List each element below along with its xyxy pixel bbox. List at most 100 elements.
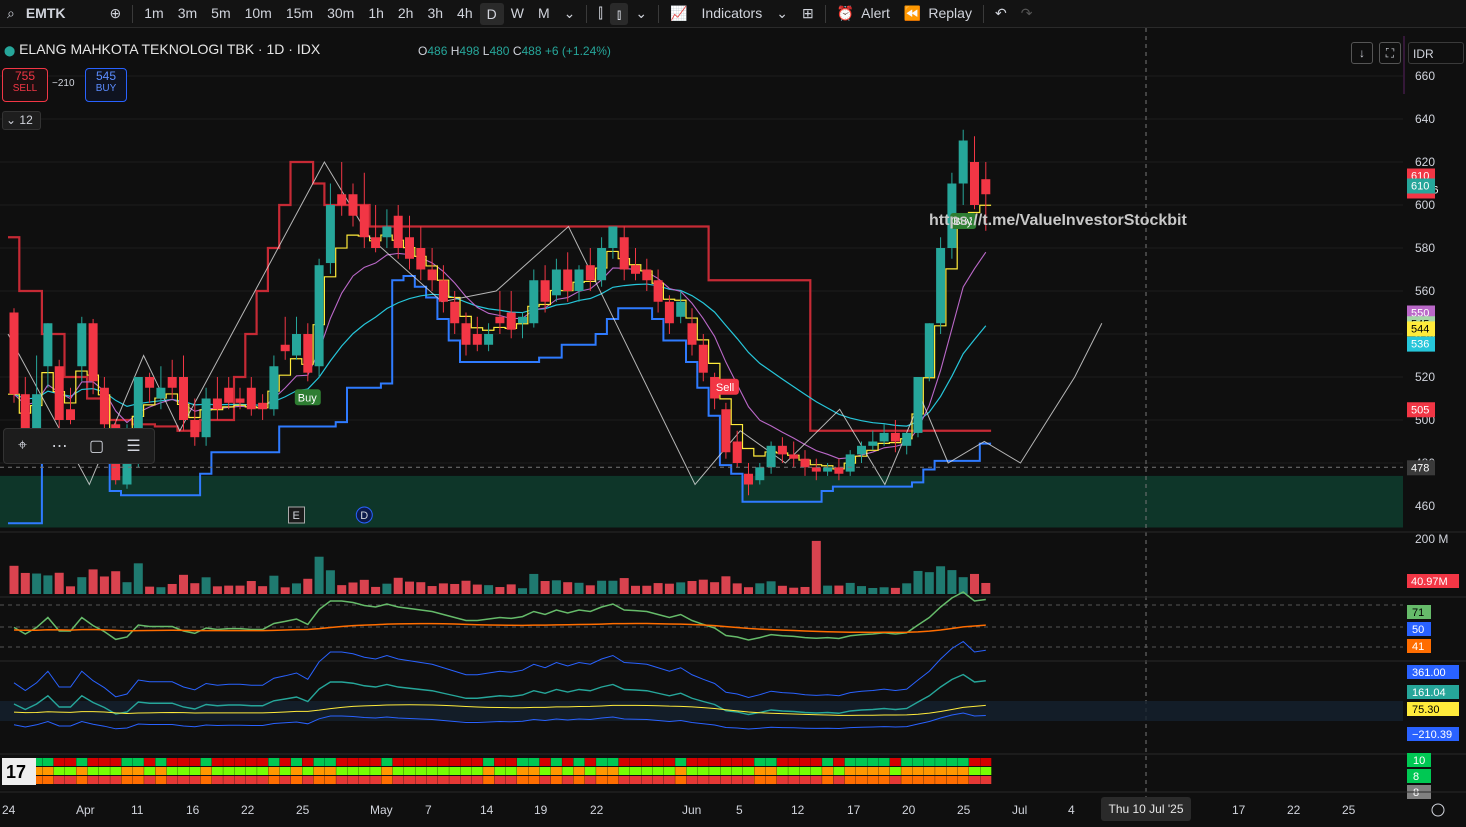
interval-4h[interactable]: 4h [450, 0, 480, 27]
interval-10m[interactable]: 10m [238, 0, 279, 27]
volume-bar [597, 580, 607, 594]
candle-style-icon[interactable]: ⫾ [609, 2, 629, 25]
buy-button[interactable]: 545 BUY [85, 68, 127, 102]
chevron-down-icon[interactable]: ⌄ [769, 0, 795, 27]
interval-m[interactable]: M [531, 0, 557, 27]
sell-button[interactable]: 755 SELL [2, 68, 48, 102]
crosshair-tool-icon[interactable]: ⌖ [4, 437, 41, 455]
chevron-down-icon[interactable]: ⌄ [557, 0, 583, 27]
interval-15m[interactable]: 15m [279, 0, 320, 27]
heatmap-cell [844, 758, 856, 766]
candle-body [879, 432, 889, 442]
settings-lines-icon[interactable]: ☰ [115, 436, 152, 456]
candle-body [800, 458, 810, 468]
candle-body [145, 377, 155, 388]
candle-body [642, 269, 652, 281]
indicators-icon[interactable]: 📈 [663, 0, 694, 27]
heatmap-cell [505, 767, 517, 775]
watermark-link: https://t.me/ValueInvestorStockbit [929, 212, 1187, 229]
replay-icon[interactable]: ⏪ [897, 0, 928, 27]
heatmap-cell [923, 767, 935, 775]
heatmap-cell [200, 767, 212, 775]
heatmap-cell [336, 776, 348, 784]
indicators-collapse-button[interactable]: ⌄ 12 [2, 111, 41, 130]
heatmap-cell [720, 758, 732, 766]
heatmap-cell [460, 776, 472, 784]
heatmap-cell [166, 767, 178, 775]
trend-tool-icon[interactable]: ⋯ [41, 436, 78, 456]
interval-2h[interactable]: 2h [391, 0, 421, 27]
time-axis-label: 22 [1287, 803, 1301, 817]
alert-clock-icon[interactable]: ⏰ [830, 0, 861, 27]
interval-5m[interactable]: 5m [204, 0, 237, 27]
interval-w[interactable]: W [504, 0, 531, 27]
currency-selector[interactable]: IDR [1408, 42, 1464, 64]
interval-3h[interactable]: 3h [420, 0, 450, 27]
fullscreen-icon[interactable]: ⛶ [1379, 42, 1401, 64]
candle-body [744, 473, 753, 485]
volume-bar [133, 563, 143, 594]
interval-30m[interactable]: 30m [320, 0, 361, 27]
alert-button[interactable]: Alert [861, 0, 897, 27]
candle-body [337, 194, 347, 205]
heatmap-cell [946, 776, 958, 784]
heatmap-cell [878, 776, 890, 784]
candle-body [540, 280, 550, 302]
volume-bar [857, 586, 866, 594]
volume-bar [314, 556, 324, 594]
heatmap-cell [347, 767, 359, 775]
osc-upper-line [13, 640, 986, 699]
volume-bar [405, 581, 414, 594]
heatmap-cell [844, 767, 856, 775]
heatmap-cell [539, 776, 551, 784]
interval-1m[interactable]: 1m [137, 0, 170, 27]
heatmap-cell [42, 767, 54, 775]
heatmap-cell [98, 767, 110, 775]
interval-1h[interactable]: 1h [361, 0, 391, 27]
heatmap-cell [189, 758, 201, 766]
heatmap-cell [709, 758, 721, 766]
search-icon[interactable]: ⌕ [0, 0, 22, 27]
interval-3m[interactable]: 3m [171, 0, 204, 27]
download-icon[interactable]: ↓ [1351, 42, 1373, 64]
rectangle-tool-icon[interactable]: ▢ [78, 436, 115, 456]
volume-bar [506, 584, 516, 594]
chevron-down-icon[interactable]: ⌄ [628, 0, 654, 27]
heatmap-cell [957, 776, 969, 784]
heatmap-cell [291, 776, 302, 784]
support-zone [0, 475, 1403, 528]
time-axis-label: 11 [131, 803, 144, 817]
interval-d[interactable]: D [479, 2, 504, 25]
volume-bar [744, 587, 753, 594]
undo-icon[interactable]: ↶ [988, 0, 1014, 27]
divider [132, 4, 134, 23]
volume-bar [947, 570, 957, 594]
top-toolbar: ⌕ EMTK ⊕ 1m 3m 5m 10m 15m 30m 1h 2h 3h 4… [0, 0, 1466, 28]
heatmap-cell [517, 767, 528, 775]
symbol-search-button[interactable]: EMTK [22, 0, 73, 27]
layouts-grid-icon[interactable]: ⊞ [795, 0, 821, 27]
indicators-button[interactable]: Indicators [695, 0, 770, 27]
heatmap-cell [788, 767, 800, 775]
bar-style-icon[interactable]: ⫿ [591, 0, 609, 27]
heatmap-cell [788, 776, 800, 784]
chevron-down-icon: ⌄ [6, 113, 17, 127]
price-chart[interactable]: 660640620600580560540520500480460BuySell… [0, 28, 1466, 827]
heat-axis-label-text: 8 [1413, 771, 1419, 783]
heatmap-cell [867, 776, 879, 784]
time-axis-label: 20 [902, 803, 916, 817]
heatmap-cell [483, 776, 495, 784]
heatmap-cell [347, 776, 359, 784]
heatmap-cell [42, 758, 54, 766]
volume-bar [676, 582, 686, 594]
heatmap-cell [675, 776, 687, 784]
compare-add-icon[interactable]: ⊕ [103, 0, 129, 27]
candle-body [292, 334, 301, 356]
heatmap-cell [641, 776, 653, 784]
candle-body [676, 301, 686, 317]
redo-icon[interactable]: ↷ [1014, 0, 1040, 27]
replay-button[interactable]: Replay [928, 0, 979, 27]
volume-bar [766, 581, 776, 594]
price-axis-label-text: 544 [1411, 323, 1429, 335]
volume-bar [800, 586, 810, 594]
